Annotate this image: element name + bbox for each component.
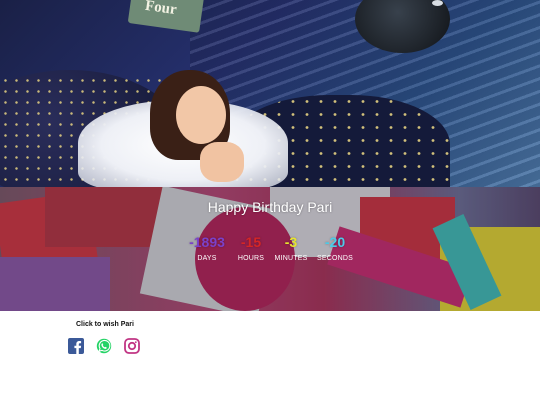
wish-label: Click to wish Pari — [76, 321, 134, 328]
seconds-label: SECONDS — [316, 255, 354, 262]
hours-label: HOURS — [237, 255, 265, 262]
days-label: DAYS — [197, 255, 217, 262]
hours-value: -15 — [240, 234, 262, 250]
instagram-icon[interactable] — [124, 338, 140, 354]
lamp-highlight — [432, 0, 443, 6]
countdown-seconds: -20 SECONDS — [313, 234, 357, 262]
countdown-banner: Happy Birthday Pari -1893 DAYS -15 HOURS… — [0, 187, 540, 311]
minutes-label: MINUTES — [274, 255, 308, 262]
countdown-minutes: -3 MINUTES — [269, 234, 313, 262]
countdown-hours: -15 HOURS — [229, 234, 273, 262]
seconds-value: -20 — [324, 234, 346, 250]
whatsapp-icon[interactable] — [96, 338, 112, 354]
facebook-icon[interactable] — [68, 338, 84, 354]
days-value: -1893 — [189, 234, 225, 250]
minutes-value: -3 — [284, 234, 298, 250]
birthday-title: Happy Birthday Pari — [207, 199, 333, 215]
child-face — [176, 86, 226, 144]
countdown-days: -1893 DAYS — [185, 234, 229, 262]
countdown-units: -1893 DAYS -15 HOURS -3 MINUTES -20 SECO… — [185, 234, 355, 274]
child-arm — [200, 142, 244, 182]
hero-photo: Four — [0, 0, 540, 187]
